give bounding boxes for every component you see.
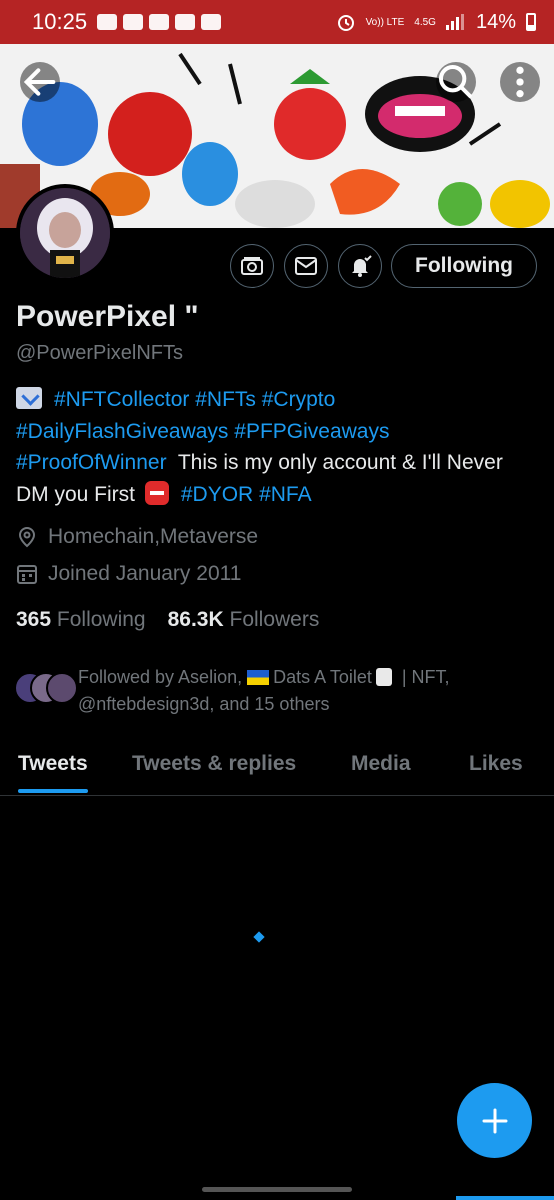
following-button[interactable]: Following [391,244,537,288]
back-button[interactable] [20,62,60,102]
following-label: Following [56,608,146,631]
hashtag-link[interactable]: #DYOR [181,483,253,506]
alarm-icon [337,15,354,31]
bottom-accent-bar [456,1196,554,1200]
tab-likes[interactable]: Likes [469,740,523,788]
tab-tweets-replies[interactable]: Tweets & replies [132,740,296,788]
message-button[interactable] [284,244,328,288]
followed-by-row[interactable]: Followed by Aselion, Dats A Toilet | NFT… [14,664,539,718]
joined-row: Joined January 2011 [16,562,241,586]
back-arrow-icon [23,68,56,96]
compose-tweet-button[interactable] [457,1083,532,1158]
more-icon [516,66,524,98]
twitter-notification-icon [123,14,144,30]
hashtag-link[interactable]: #NFTCollector [54,388,189,411]
avatar [46,672,78,704]
toilet-icon [375,668,392,686]
follower-separator: | NFT, [401,667,450,687]
joined-date: Joined January 2011 [48,562,242,585]
mail-icon [295,257,317,275]
location-text: Homechain,Metaverse [48,525,259,548]
hashtag-link[interactable]: #NFA [259,483,312,506]
network-speed: 4.5G [414,16,436,28]
hashtag-link[interactable]: #DailyFlashGiveaways [16,420,228,443]
tab-label: Tweets [18,752,88,775]
camera-icon [241,257,263,275]
status-time: 10:25 [32,9,88,34]
tip-jar-button[interactable] [230,244,274,288]
status-bar: 10:25 Vo)) LTE 4.5G 14% [0,0,554,44]
tab-media[interactable]: Media [351,740,411,788]
follow-counts: 365 Following 86.3K Followers [16,608,319,632]
follower-name: Dats A Toilet [273,667,372,687]
user-handle: @PowerPixelNFTs [16,342,184,364]
follower-avatars [14,672,78,708]
hashtag-link[interactable]: #ProofOfWinner [16,451,167,474]
loading-spinner [253,931,265,943]
notification-button[interactable] [338,244,382,288]
tab-label: Likes [469,752,523,775]
signal-icon [445,14,466,30]
stop-sign-icon [144,480,169,505]
followed-by-rest: @nftebdesign3d, and 15 others [78,694,330,714]
search-button[interactable] [436,62,476,102]
check-notification-icon [149,14,170,30]
notification-bell-icon [352,255,372,277]
profile-tabs: Tweets Tweets & replies Media Likes [0,740,554,796]
followers-count: 86.3K [167,608,224,631]
search-icon [439,65,473,99]
hashtag-link[interactable]: #Crypto [262,388,336,411]
active-tab-indicator [18,789,88,793]
battery-icon [526,13,536,31]
location-row: Homechain,Metaverse [16,525,258,549]
tab-tweets[interactable]: Tweets [18,740,88,793]
more-button[interactable] [500,62,540,102]
tab-label: Media [351,752,411,775]
network-label: Vo)) LTE [365,16,405,28]
discord-notification-icon [201,14,222,30]
followers-label: Followers [229,608,320,631]
incoming-envelope-icon [16,387,42,409]
calendar-icon [16,563,38,585]
tab-label: Tweets & replies [132,752,297,775]
followed-by-prefix: Followed by Aselion, [78,667,243,687]
followed-by-text: Followed by Aselion, Dats A Toilet | NFT… [78,664,450,718]
following-count: 365 [16,608,52,631]
compose-plus-icon [482,1108,507,1133]
profile-bio: #NFTCollector #NFTs #Crypto #DailyFlashG… [16,384,536,510]
battery-percent: 14% [475,10,516,33]
app-notification-icon [175,14,196,30]
avatar-image [20,188,110,278]
ukraine-flag-icon [247,670,270,685]
followers-count-link[interactable]: 86.3K Followers [168,608,320,632]
following-count-link[interactable]: 365 Following [16,608,146,632]
twitter-notification-icon [97,14,118,30]
profile-avatar[interactable] [16,184,114,282]
display-name: PowerPixel " [16,300,199,333]
hashtag-link[interactable]: #NFTs [195,388,256,411]
notification-icons [97,14,222,30]
home-indicator[interactable] [202,1187,352,1192]
hashtag-link[interactable]: #PFPGiveaways [234,420,389,443]
location-icon [16,526,38,548]
